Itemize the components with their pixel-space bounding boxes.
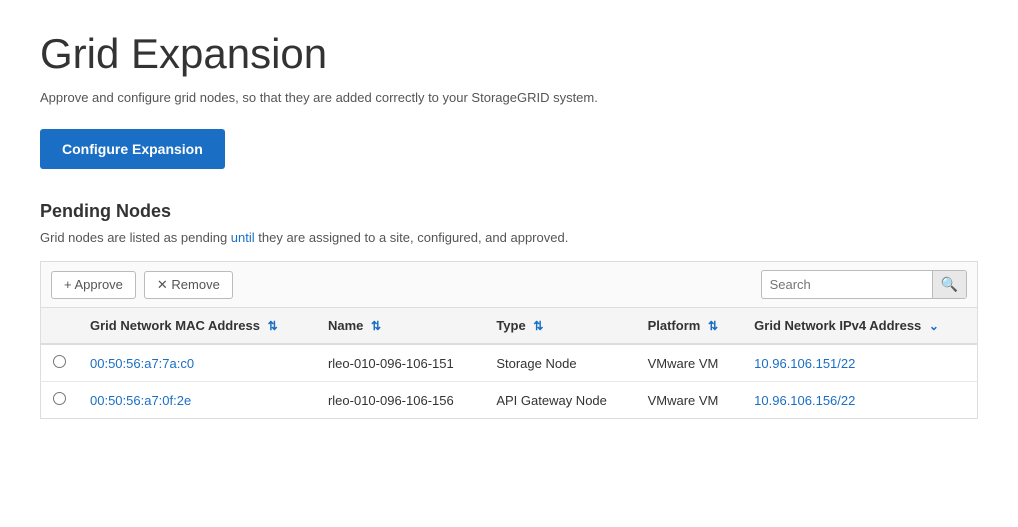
configure-expansion-button[interactable]: Configure Expansion xyxy=(40,129,225,169)
sort-mac-icon[interactable]: ⇅ xyxy=(268,319,278,333)
node-type: API Gateway Node xyxy=(484,382,635,419)
ipv4-address-link[interactable]: 10.96.106.156/22 xyxy=(754,393,855,408)
pending-nodes-title: Pending Nodes xyxy=(40,201,978,222)
pending-nodes-description: Grid nodes are listed as pending until t… xyxy=(40,230,978,245)
table-body: 00:50:56:a7:7a:c0 rleo-010-096-106-151Sto… xyxy=(41,344,978,419)
mac-address-link[interactable]: 00:50:56:a7:7a:c0 xyxy=(90,356,194,371)
col-mac: Grid Network MAC Address ⇅ xyxy=(78,308,316,345)
toolbar-actions: + Approve ✕ Remove xyxy=(51,271,233,299)
approve-button[interactable]: + Approve xyxy=(51,271,136,299)
node-type: Storage Node xyxy=(484,344,635,382)
table-row: 00:50:56:a7:7a:c0 rleo-010-096-106-151Sto… xyxy=(41,344,978,382)
node-name: rleo-010-096-106-151 xyxy=(316,344,484,382)
col-platform: Platform ⇅ xyxy=(636,308,743,345)
sort-platform-icon[interactable]: ⇅ xyxy=(708,319,718,333)
page-title: Grid Expansion xyxy=(40,30,978,78)
search-button[interactable]: 🔍 xyxy=(932,271,966,298)
sort-ipv4-icon[interactable]: ⌄ xyxy=(929,319,939,333)
node-platform: VMware VM xyxy=(636,344,743,382)
node-name: rleo-010-096-106-156 xyxy=(316,382,484,419)
node-platform: VMware VM xyxy=(636,382,743,419)
mac-address-link[interactable]: 00:50:56:a7:0f:2e xyxy=(90,393,191,408)
select-all-header xyxy=(41,308,79,345)
sort-name-icon[interactable]: ⇅ xyxy=(371,319,381,333)
sort-type-icon[interactable]: ⇅ xyxy=(533,319,543,333)
table-toolbar: + Approve ✕ Remove 🔍 xyxy=(40,261,978,307)
table-row: 00:50:56:a7:0f:2e rleo-010-096-106-156API… xyxy=(41,382,978,419)
search-input[interactable] xyxy=(762,272,932,297)
ipv4-address-link[interactable]: 10.96.106.151/22 xyxy=(754,356,855,371)
page-subtitle: Approve and configure grid nodes, so tha… xyxy=(40,90,978,105)
table-header-row: Grid Network MAC Address ⇅ Name ⇅ Type ⇅… xyxy=(41,308,978,345)
until-link[interactable]: until xyxy=(231,230,255,245)
pending-nodes-table: Grid Network MAC Address ⇅ Name ⇅ Type ⇅… xyxy=(40,307,978,419)
col-name: Name ⇅ xyxy=(316,308,484,345)
col-ipv4: Grid Network IPv4 Address ⌄ xyxy=(742,308,977,345)
search-wrapper: 🔍 xyxy=(761,270,967,299)
row-radio-0[interactable] xyxy=(53,355,66,368)
row-radio-1[interactable] xyxy=(53,392,66,405)
col-type: Type ⇅ xyxy=(484,308,635,345)
remove-button[interactable]: ✕ Remove xyxy=(144,271,233,299)
